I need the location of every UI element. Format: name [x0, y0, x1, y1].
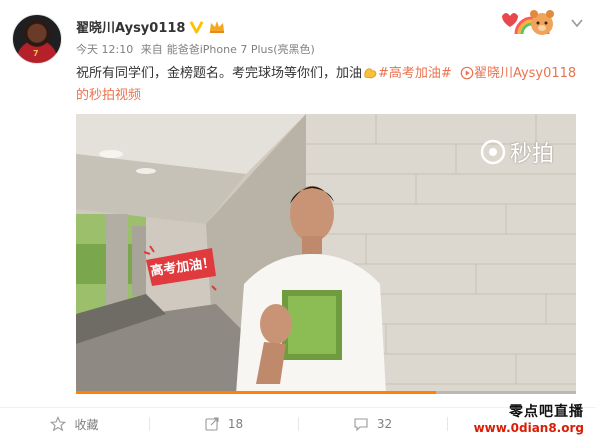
comment-button[interactable]: 32 [298, 408, 447, 440]
hashtag-link[interactable]: #高考加油# [378, 66, 452, 81]
site-watermark: 零点吧直播 www.0dian8.org [474, 401, 584, 435]
site-url: www.0dian8.org [473, 421, 584, 435]
post-text: 祝所有同学们，金榜题名。考完球场等你们，加油 #高考加油# 翟晓川Aysy011… [76, 63, 586, 107]
post-header: 翟晓川Aysy0118 [76, 17, 226, 36]
repost-button[interactable]: 18 [149, 408, 298, 440]
verified-badge-icon [190, 21, 204, 34]
video-link-icon [460, 66, 474, 80]
chevron-down-icon[interactable] [570, 16, 584, 30]
username-link[interactable]: 翟晓川Aysy0118 [76, 17, 185, 36]
watermark-label: 秒拍 [509, 142, 554, 167]
repost-count: 18 [227, 417, 244, 431]
video-progress-fill [76, 391, 436, 394]
user-avatar[interactable]: 7 [12, 14, 62, 64]
post-source[interactable]: 能爸爸iPhone 7 Plus(亮黑色) [167, 43, 315, 56]
miaopai-watermark: 秒拍 [480, 136, 554, 168]
post-time[interactable]: 今天 12:10 [76, 43, 133, 56]
video-progress-bar[interactable] [76, 391, 576, 394]
flexed-bicep-emoji-icon [364, 68, 377, 79]
post-meta: 今天 12:10 来自 能爸爸iPhone 7 Plus(亮黑色) [76, 41, 319, 57]
repost-icon [205, 417, 219, 431]
star-icon [50, 416, 67, 432]
gaokao-sticker: 高考加油！ [142, 242, 220, 292]
favorite-label: 收藏 [74, 417, 99, 432]
camera-lens-icon [480, 139, 506, 165]
vip-crown-icon[interactable] [208, 19, 226, 34]
favorite-button[interactable]: 收藏 [0, 408, 149, 440]
rainbow-bear-card-icon[interactable] [496, 6, 562, 40]
site-name: 零点吧直播 [509, 404, 584, 420]
comment-icon [354, 418, 368, 432]
top-right-controls [496, 6, 584, 40]
avatar-jersey-number: 7 [33, 49, 39, 58]
post-source-prefix: 来自 [140, 43, 163, 56]
video-player[interactable]: 秒拍 高考加油！ [76, 114, 576, 394]
comment-count: 32 [376, 417, 393, 431]
post-text-main: 祝所有同学们，金榜题名。考完球场等你们，加油 [76, 66, 363, 81]
